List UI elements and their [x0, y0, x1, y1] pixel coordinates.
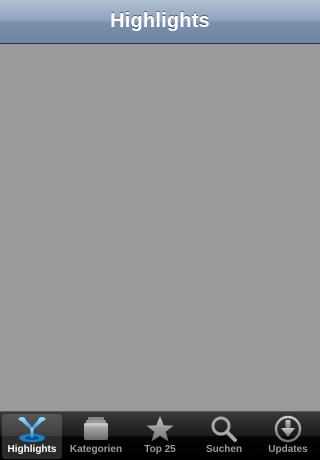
tab-suchen[interactable]: Suchen — [192, 412, 256, 460]
tab-label-kategorien: Kategorien — [69, 444, 123, 455]
download-arrow-icon — [272, 414, 304, 444]
tab-label-suchen: Suchen — [205, 444, 243, 455]
star-icon — [144, 414, 176, 444]
tab-highlights[interactable]: Highlights — [0, 412, 64, 460]
tab-label-updates: Updates — [268, 444, 308, 455]
page-title: Highlights — [110, 10, 210, 32]
search-icon — [208, 414, 240, 444]
tab-kategorien[interactable]: Kategorien — [64, 412, 128, 460]
tab-label-top-25: Top 25 — [144, 444, 176, 455]
tab-top-25[interactable]: Top 25 — [128, 412, 192, 460]
content-area — [0, 44, 320, 411]
tab-updates[interactable]: Updates — [256, 412, 320, 460]
categories-icon — [80, 414, 112, 444]
navigation-bar: Highlights — [0, 0, 320, 44]
tab-bar: Highlights Kategorien Top 25 Suchen Upda… — [0, 411, 320, 460]
tab-label-highlights: Highlights — [7, 444, 57, 455]
highlights-icon — [16, 414, 48, 444]
